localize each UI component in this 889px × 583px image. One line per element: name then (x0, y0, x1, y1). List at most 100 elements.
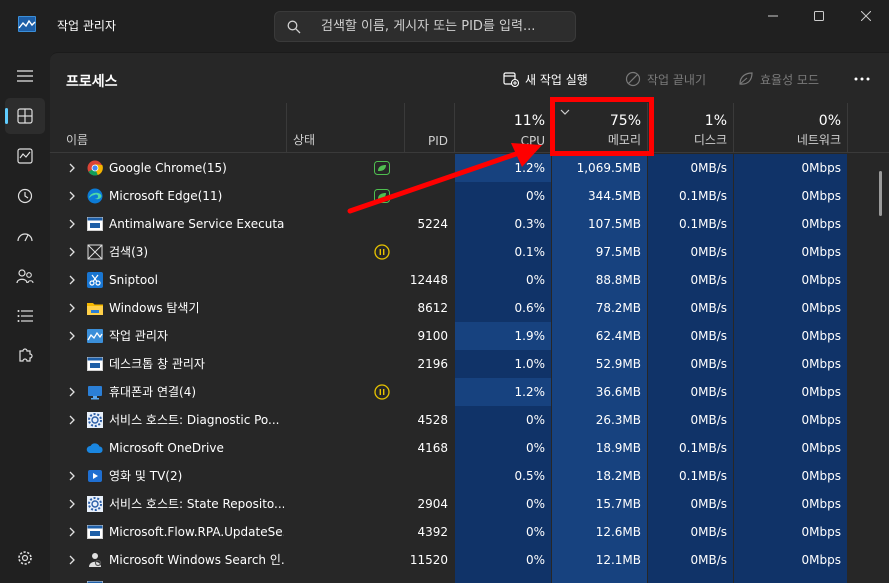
nav-app-history[interactable] (5, 178, 45, 214)
col-cpu[interactable]: 11% CPU (454, 103, 551, 153)
app-window-icon (86, 350, 104, 378)
details-list-icon (17, 310, 33, 322)
maximize-button[interactable] (796, 0, 842, 32)
process-network: 0Mbps (734, 182, 847, 210)
process-network: 0Mbps (734, 406, 847, 434)
process-disk: 0MB/s (648, 294, 733, 322)
col-network-label: 네트워크 (796, 133, 841, 147)
process-disk: 0.1MB/s (648, 210, 733, 238)
col-cpu-label: CPU (520, 134, 545, 148)
process-list: Google Chrome(15) 1.2% 1,069.5MB 0MB/s 0Mbps… (50, 154, 876, 583)
process-name: Sniptool (109, 273, 158, 287)
process-disk: 0MB/s (648, 350, 733, 378)
close-button[interactable] (843, 0, 889, 32)
process-pid (404, 238, 454, 266)
process-status (286, 322, 404, 350)
process-row[interactable]: 검색(3) 0.1% 97.5MB 0MB/s 0Mbps (50, 238, 876, 266)
expand-chevron-button[interactable] (64, 154, 80, 182)
minimize-button[interactable] (750, 0, 796, 32)
process-row[interactable]: Microsoft.Flow.RPA.UpdateSe... 4392 0% 12.6… (50, 518, 876, 546)
col-name[interactable]: 이름 (50, 103, 286, 153)
process-row[interactable] (50, 574, 876, 583)
expand-chevron-button[interactable] (64, 546, 80, 574)
chrome-icon (86, 154, 104, 182)
nav-startup-apps[interactable] (5, 218, 45, 254)
expand-chevron-button[interactable] (64, 266, 80, 294)
hamburger-menu-button[interactable] (5, 58, 45, 94)
expand-chevron-button[interactable] (64, 378, 80, 406)
process-status (286, 378, 404, 406)
process-name: 영화 및 TV(2) (109, 469, 183, 483)
new-task-icon (503, 72, 519, 87)
col-memory[interactable]: 75% 메모리 (551, 103, 647, 153)
process-row[interactable]: Windows 탐색기 8612 0.6% 78.2MB 0MB/s 0Mbps (50, 294, 876, 322)
nav-services[interactable] (5, 338, 45, 374)
process-network: 0Mbps (734, 546, 847, 574)
new-task-button[interactable]: 새 작업 실행 (503, 67, 588, 91)
network-percent: 0% (818, 113, 841, 129)
end-task-button[interactable]: 작업 끝내기 (625, 67, 706, 91)
expand-chevron-button[interactable] (64, 518, 80, 546)
phone-link-icon (86, 378, 104, 406)
col-status[interactable]: 상태 (286, 103, 404, 153)
process-name: 서비스 호스트: State Reposito... (109, 497, 284, 511)
nav-settings[interactable] (5, 540, 45, 576)
process-pid: 5224 (417, 217, 448, 231)
suspended-pause-icon (374, 384, 390, 400)
page-title: 프로세스 (66, 74, 118, 90)
expand-chevron-button[interactable] (64, 210, 80, 238)
efficiency-mode-button[interactable]: 효율성 모드 (738, 67, 819, 91)
process-row[interactable]: 데스크톱 창 관리자 2196 1.0% 52.9MB 0MB/s 0Mbps (50, 350, 876, 378)
process-row[interactable]: Microsoft Windows Search 인... 11520 0% 12.1… (50, 546, 876, 574)
process-disk: 0.1MB/s (648, 182, 733, 210)
search-box[interactable] (274, 11, 576, 42)
expand-chevron-button[interactable] (64, 406, 80, 434)
col-pid-label: PID (427, 134, 448, 148)
process-pid: 11520 (409, 553, 448, 567)
process-row[interactable]: 휴대폰과 연결(4) 1.2% 36.6MB 0MB/s 0Mbps (50, 378, 876, 406)
scrollbar-thumb[interactable] (879, 171, 882, 216)
process-status (286, 546, 404, 574)
chevron-right-icon (69, 387, 75, 397)
process-disk: 0MB/s (648, 266, 733, 294)
expand-chevron-button[interactable] (64, 490, 80, 518)
process-disk: 0.1MB/s (648, 434, 733, 462)
process-row[interactable]: 작업 관리자 9100 1.9% 62.4MB 0MB/s 0Mbps (50, 322, 876, 350)
process-row[interactable]: Antimalware Service Executa... 5224 0.3% 10… (50, 210, 876, 238)
app-window-icon (86, 210, 104, 238)
performance-icon (17, 148, 33, 164)
process-cpu: 0% (455, 546, 551, 574)
history-icon (17, 188, 33, 204)
process-row[interactable]: 서비스 호스트: Diagnostic Po... 4528 0% 26.3MB 0MB… (50, 406, 876, 434)
col-pid[interactable]: PID (404, 103, 454, 153)
process-row[interactable]: Microsoft Edge(11) 0% 344.5MB 0.1MB/s 0Mbps (50, 182, 876, 210)
col-disk[interactable]: 1% 디스크 (647, 103, 733, 153)
chevron-right-icon (69, 415, 75, 425)
expand-chevron-button[interactable] (64, 294, 80, 322)
process-network: 0Mbps (734, 490, 847, 518)
nav-users[interactable] (5, 258, 45, 294)
process-status (286, 434, 404, 462)
process-memory: 52.9MB (552, 350, 647, 378)
process-disk: 0MB/s (648, 490, 733, 518)
search-input[interactable] (321, 12, 571, 41)
folder-icon (86, 294, 104, 322)
process-cpu (455, 574, 551, 583)
expand-chevron-button[interactable] (64, 238, 80, 266)
process-row[interactable]: 서비스 호스트: State Reposito... 2904 0% 15.7MB 0M… (50, 490, 876, 518)
expand-chevron-button[interactable] (64, 322, 80, 350)
expand-chevron-button[interactable] (64, 462, 80, 490)
services-puzzle-icon (19, 348, 33, 362)
more-options-button[interactable] (850, 67, 874, 91)
nav-performance[interactable] (5, 138, 45, 174)
nav-processes[interactable] (5, 98, 45, 134)
process-row[interactable]: Google Chrome(15) 1.2% 1,069.5MB 0MB/s 0Mbps (50, 154, 876, 182)
process-row[interactable]: Sniptool 12448 0% 88.8MB 0MB/s 0Mbps (50, 266, 876, 294)
chevron-right-icon (69, 471, 75, 481)
process-row[interactable]: 영화 및 TV(2) 0.5% 18.2MB 0.1MB/s 0Mbps (50, 462, 876, 490)
nav-details[interactable] (5, 298, 45, 334)
col-network[interactable]: 0% 네트워크 (733, 103, 847, 153)
process-row[interactable]: Microsoft OneDrive 4168 0% 18.9MB 0.1MB/s 0Mb… (50, 434, 876, 462)
process-pid: 2196 (417, 357, 448, 371)
expand-chevron-button[interactable] (64, 182, 80, 210)
